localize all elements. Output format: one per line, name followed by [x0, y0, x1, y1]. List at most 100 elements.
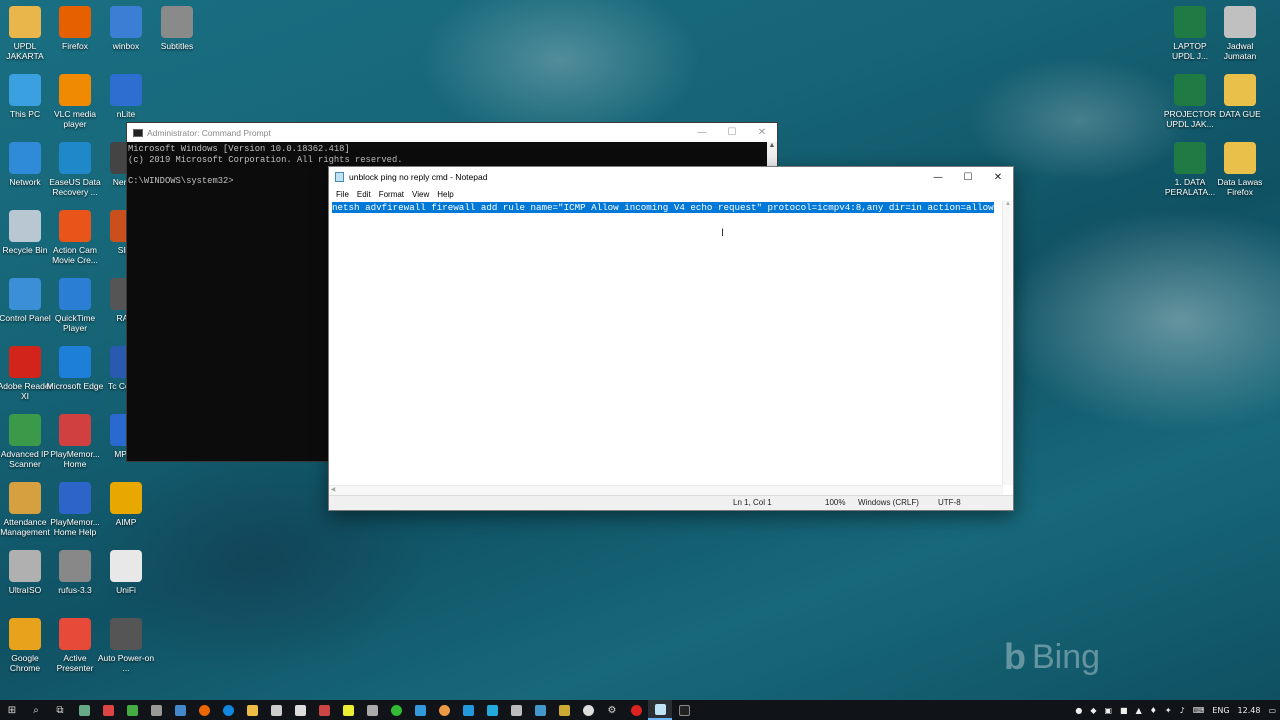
recycle-bin-icon [9, 210, 41, 242]
file-explorer-icon[interactable] [240, 700, 264, 720]
taskbar-app-11[interactable] [456, 700, 480, 720]
desktop-icon-label: Auto Power-on ... [97, 653, 155, 673]
vertical-scrollbar[interactable]: ▲ [1002, 201, 1013, 485]
minimize-button[interactable]: — [923, 167, 953, 187]
tray-icon-2[interactable]: ◆ [1086, 706, 1100, 715]
desktop-icon-left-3[interactable]: Subtitles [148, 6, 206, 51]
desktop-icon-label: This PC [9, 109, 41, 119]
desktop-icon-left-14[interactable]: QuickTime Player [46, 278, 104, 333]
system-tray: ● ◆ ▣ ■ ▲ ♦ ✦ ♪ ⌨ ENG 12.48 ▭ [1071, 706, 1280, 715]
cmd-titlebar[interactable]: Administrator: Command Prompt — ☐ ✕ [127, 123, 777, 142]
language-indicator[interactable]: ENG [1208, 706, 1233, 715]
taskbar-app-12[interactable] [480, 700, 504, 720]
control-panel-icon [9, 278, 41, 310]
task-view-icon[interactable]: ⧉ [48, 700, 72, 720]
taskbar-app-1[interactable] [72, 700, 96, 720]
taskbar-app-2[interactable] [96, 700, 120, 720]
taskbar-app-6[interactable] [312, 700, 336, 720]
desktop-icon-left-27[interactable]: UniFi [97, 550, 155, 595]
tray-icon-1[interactable]: ● [1071, 706, 1086, 715]
firefox-taskbar-icon[interactable] [192, 700, 216, 720]
desktop-icon-left-17[interactable]: Microsoft Edge [46, 346, 104, 391]
taskbar-app-15[interactable] [552, 700, 576, 720]
folder-doc-icon [1224, 6, 1256, 38]
chrome-taskbar-icon[interactable] [432, 700, 456, 720]
desktop-icon-right-3[interactable]: DATA GUE [1211, 74, 1269, 119]
desktop-icon-right-1[interactable]: Jadwal Jumatan [1211, 6, 1269, 61]
desktop-icon-left-6[interactable]: nLite [97, 74, 155, 119]
cmd-scrollbar[interactable]: ▲ [767, 142, 777, 166]
menu-format[interactable]: Format [375, 190, 408, 199]
excel-icon [1174, 74, 1206, 106]
cmd-taskbar-icon[interactable] [672, 700, 696, 720]
desktop-icon-left-23[interactable]: PlayMemor... Home Help [46, 482, 104, 537]
notepad-window[interactable]: unblock ping no reply cmd - Notepad — ☐ … [328, 166, 1014, 511]
excel-icon [1174, 6, 1206, 38]
taskbar-app-16[interactable] [576, 700, 600, 720]
desktop-icon-label: EaseUS Data Recovery ... [49, 177, 101, 197]
desktop-icon-left-24[interactable]: AIMP [97, 482, 155, 527]
settings-icon[interactable]: ⚙ [600, 700, 624, 720]
tray-icon-6[interactable]: ♦ [1146, 706, 1161, 715]
close-button[interactable]: ✕ [747, 123, 777, 142]
desktop-icon-left-8[interactable]: EaseUS Data Recovery ... [46, 142, 104, 197]
taskbar-app-9[interactable] [384, 700, 408, 720]
desktop-icon-label: PlayMemor... Home Help [50, 517, 100, 537]
notepad-text-area[interactable]: netsh advfirewall firewall add rule name… [329, 201, 1003, 485]
edge-taskbar-icon[interactable] [216, 700, 240, 720]
desktop-icon-left-30[interactable]: Auto Power-on ... [97, 618, 155, 673]
action-cam-icon [59, 210, 91, 242]
desktop-icon-left-26[interactable]: rufus-3.3 [46, 550, 104, 595]
close-button[interactable]: ✕ [983, 167, 1013, 187]
taskbar-app-4[interactable] [144, 700, 168, 720]
desktop-icon-left-11[interactable]: Action Cam Movie Cre... [46, 210, 104, 265]
quicktime-icon [59, 278, 91, 310]
taskbar-app-3[interactable] [120, 700, 144, 720]
start-button[interactable]: ⊞ [0, 700, 24, 720]
notepad-taskbar-icon[interactable] [648, 700, 672, 720]
status-line-endings: Windows (CRLF) [858, 498, 919, 507]
winbox-icon [110, 6, 142, 38]
desktop-icon-left-5[interactable]: VLC media player [46, 74, 104, 129]
desktop-icon-label: Action Cam Movie Cre... [52, 245, 98, 265]
opera-icon[interactable] [624, 700, 648, 720]
desktop-icon-label: Active Presenter [56, 653, 94, 673]
taskbar-app-7[interactable] [336, 700, 360, 720]
selected-text[interactable]: netsh advfirewall firewall add rule name… [332, 202, 994, 213]
store-icon[interactable] [264, 700, 288, 720]
menu-edit[interactable]: Edit [353, 190, 375, 199]
desktop-icon-label: VLC media player [53, 109, 97, 129]
desktop-icon-left-20[interactable]: PlayMemor... Home [46, 414, 104, 469]
maximize-button[interactable]: ☐ [717, 123, 747, 142]
maximize-button[interactable]: ☐ [953, 167, 983, 187]
keyboard-icon[interactable]: ⌨ [1189, 706, 1209, 715]
excel-icon [1174, 142, 1206, 174]
taskbar-app-5[interactable] [168, 700, 192, 720]
tray-icon-4[interactable]: ■ [1116, 706, 1132, 715]
volume-icon[interactable]: ♪ [1176, 706, 1189, 715]
tray-icon-3[interactable]: ▣ [1100, 706, 1116, 715]
taskbar-app-14[interactable] [528, 700, 552, 720]
tray-icon-7[interactable]: ✦ [1161, 706, 1176, 715]
mail-icon[interactable] [288, 700, 312, 720]
search-icon[interactable]: ⌕ [24, 700, 48, 720]
menu-view[interactable]: View [408, 190, 433, 199]
menu-help[interactable]: Help [433, 190, 457, 199]
nlite-icon [110, 74, 142, 106]
desktop-icon-left-1[interactable]: Firefox [46, 6, 104, 51]
cmd-title: Administrator: Command Prompt [147, 127, 271, 138]
desktop-icon-left-2[interactable]: winbox [97, 6, 155, 51]
notepad-titlebar[interactable]: unblock ping no reply cmd - Notepad — ☐ … [329, 167, 1013, 187]
edge-icon [59, 346, 91, 378]
taskbar-app-13[interactable] [504, 700, 528, 720]
menu-file[interactable]: File [332, 190, 353, 199]
minimize-button[interactable]: — [687, 123, 717, 142]
tray-icon-5[interactable]: ▲ [1132, 706, 1146, 715]
desktop-icon-left-29[interactable]: Active Presenter [46, 618, 104, 673]
notepad-icon [335, 172, 344, 182]
notification-icon[interactable]: ▭ [1264, 706, 1280, 715]
desktop-icon-right-5[interactable]: Data Lawas Firefox [1211, 142, 1269, 197]
taskbar-app-8[interactable] [360, 700, 384, 720]
taskbar-app-10[interactable] [408, 700, 432, 720]
clock[interactable]: 12.48 [1234, 706, 1265, 715]
